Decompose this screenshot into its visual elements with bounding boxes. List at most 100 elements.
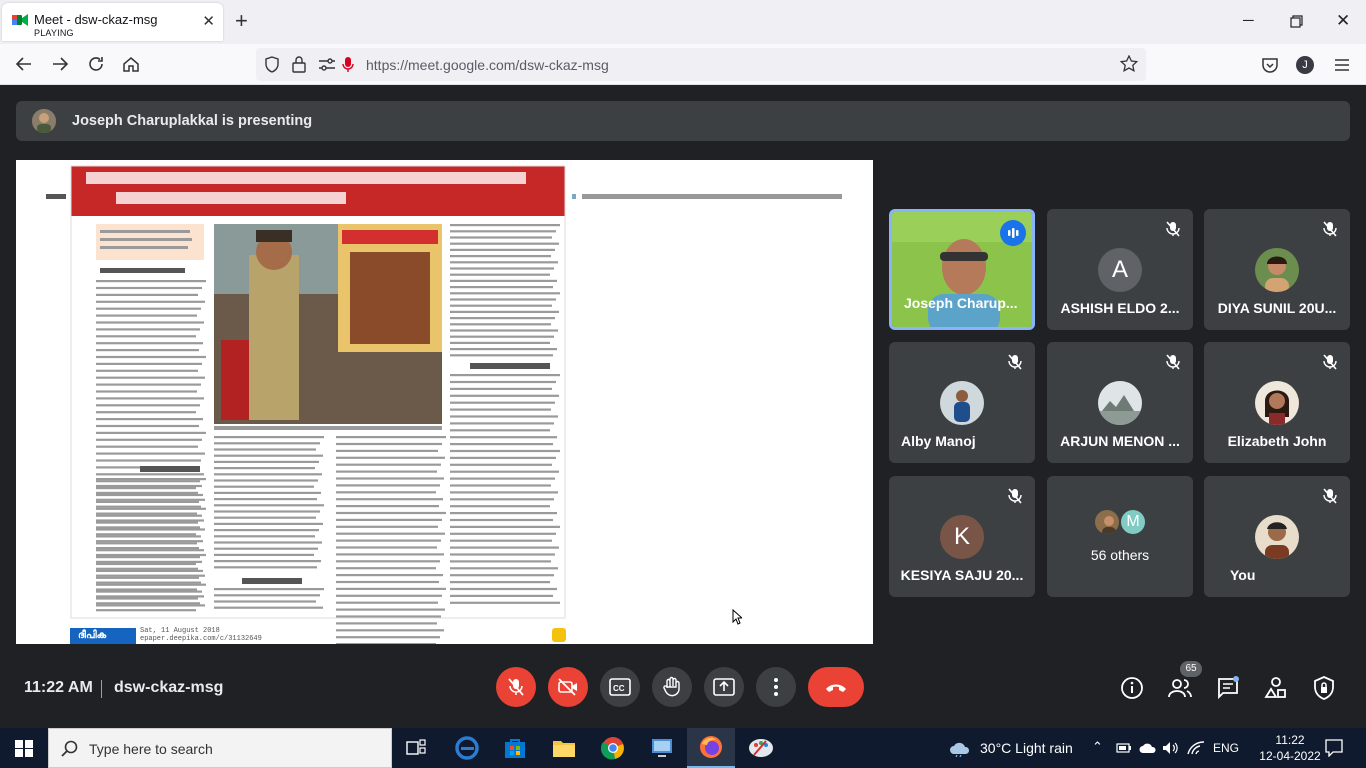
leave-call-button[interactable] <box>808 667 864 707</box>
activities-icon[interactable] <box>1264 676 1288 700</box>
people-icon[interactable] <box>1168 676 1192 700</box>
taskbar-paint[interactable] <box>737 728 785 768</box>
url-text[interactable]: https://meet.google.com/dsw-ckaz-msg <box>366 57 609 73</box>
newspaper-text-line <box>214 485 314 488</box>
participant-tile[interactable]: Elizabeth John <box>1204 342 1350 463</box>
volume-icon[interactable] <box>1162 741 1180 755</box>
participant-tile[interactable]: ARJUN MENON ... <box>1047 342 1193 463</box>
meeting-details-icon[interactable] <box>1120 676 1144 700</box>
newspaper-text-line <box>96 505 201 508</box>
camera-off-icon <box>558 678 577 696</box>
taskbar-search-box[interactable]: Type here to search <box>48 728 392 768</box>
participant-tile[interactable]: A ASHISH ELDO 2... <box>1047 209 1193 330</box>
newspaper-text-line <box>336 608 445 611</box>
newspaper-text-line <box>450 498 554 501</box>
raise-hand-button[interactable] <box>652 667 692 707</box>
taskbar-store[interactable] <box>491 728 539 768</box>
pocket-icon[interactable] <box>1260 55 1280 75</box>
participant-tile[interactable]: Alby Manoj <box>889 342 1035 463</box>
home-icon[interactable] <box>121 54 141 74</box>
newspaper-text-line <box>96 431 206 434</box>
newspaper-text-line <box>96 438 202 441</box>
close-window-icon[interactable]: ✕ <box>1336 11 1350 31</box>
permissions-icon[interactable] <box>318 57 336 72</box>
notification-center-icon[interactable] <box>1325 739 1343 757</box>
shield-icon[interactable] <box>264 56 280 73</box>
newspaper-text-line <box>450 248 555 251</box>
newspaper-text-line <box>336 456 445 459</box>
captions-button[interactable]: CC <box>600 667 640 707</box>
monitor-app-icon <box>652 739 672 757</box>
show-hidden-icons-icon[interactable]: ⌃ <box>1092 739 1103 755</box>
new-tab-icon[interactable]: + <box>235 10 248 32</box>
newspaper-text-line <box>450 436 557 439</box>
back-icon[interactable] <box>14 54 34 74</box>
forward-icon[interactable] <box>50 54 70 74</box>
newspaper-text-line <box>214 588 324 591</box>
browser-tab-meet[interactable]: Meet - dsw-ckaz-msg PLAYING ✕ <box>2 3 223 41</box>
chat-icon[interactable] <box>1216 676 1240 700</box>
onedrive-cloud-icon[interactable] <box>1139 742 1157 754</box>
newspaper-text-line <box>450 429 550 432</box>
newspaper-text-line <box>96 583 206 586</box>
microphone-active-icon[interactable] <box>342 56 354 73</box>
participant-tile[interactable]: Joseph Charup... <box>889 209 1035 330</box>
taskbar-edge[interactable] <box>443 728 491 768</box>
newspaper-text-line <box>450 261 558 264</box>
more-options-button[interactable] <box>756 667 796 707</box>
lock-icon[interactable] <box>292 56 306 73</box>
folder-icon <box>553 741 575 757</box>
windows-start-icon[interactable] <box>15 740 33 757</box>
newspaper-text-line <box>450 539 552 542</box>
close-tab-icon[interactable]: ✕ <box>202 14 215 30</box>
newspaper-text-line <box>96 404 200 407</box>
tab-title: Meet - dsw-ckaz-msg <box>34 12 158 27</box>
participant-tile-self[interactable]: You <box>1204 476 1350 597</box>
present-now-button[interactable] <box>704 667 744 707</box>
taskbar-file-explorer[interactable] <box>540 728 588 768</box>
newspaper-text-line <box>336 574 443 577</box>
newspaper-text-line <box>336 525 438 528</box>
newspaper-text-line <box>450 230 556 233</box>
newspaper-text-line <box>96 342 203 345</box>
participant-tile[interactable]: DIYA SUNIL 20U... <box>1204 209 1350 330</box>
others-tile[interactable]: M 56 others <box>1047 476 1193 597</box>
taskbar-firefox[interactable] <box>687 728 735 768</box>
newspaper-text-line <box>96 609 196 612</box>
newspaper-text-line <box>96 514 202 517</box>
weather-cloud-icon[interactable] <box>948 740 972 757</box>
newspaper-text-line <box>450 505 550 508</box>
newspaper-text-line <box>96 397 204 400</box>
meeting-code: dsw-ckaz-msg <box>114 679 224 696</box>
minimize-icon[interactable]: ─ <box>1243 12 1254 29</box>
microphone-toggle-button[interactable] <box>496 667 536 707</box>
battery-icon[interactable] <box>1116 742 1132 754</box>
host-controls-icon[interactable] <box>1312 676 1336 700</box>
input-language[interactable]: ENG <box>1213 741 1239 755</box>
reload-icon[interactable] <box>86 54 106 74</box>
newspaper-text-line <box>96 445 198 448</box>
restore-icon[interactable] <box>1290 15 1303 28</box>
newspaper-text-line <box>96 562 196 566</box>
participant-name: Elizabeth John <box>1227 433 1327 449</box>
clock-time: 11:22 <box>1275 733 1305 747</box>
url-bar[interactable]: https://meet.google.com/dsw-ckaz-msg <box>256 48 1146 81</box>
avatar: A <box>1098 248 1142 292</box>
task-view-button[interactable] <box>392 728 440 768</box>
participant-tile[interactable]: K KESIYA SAJU 20... <box>889 476 1035 597</box>
newspaper-text-line <box>214 442 320 445</box>
account-avatar-icon[interactable]: J <box>1296 56 1314 74</box>
taskbar-chrome[interactable] <box>589 728 637 768</box>
newspaper-text-line <box>96 576 199 579</box>
bookmark-star-icon[interactable] <box>1120 55 1138 73</box>
newspaper-text-line <box>96 595 204 598</box>
taskbar-app[interactable] <box>638 728 686 768</box>
presenter-avatar <box>32 109 56 133</box>
weather-text[interactable]: 30°C Light rain <box>980 740 1073 756</box>
taskbar-clock[interactable]: 11:22 12-04-2022 <box>1255 732 1325 764</box>
newspaper-text-line <box>214 553 314 556</box>
menu-icon[interactable] <box>1332 55 1352 75</box>
camera-toggle-button[interactable] <box>548 667 588 707</box>
wifi-icon[interactable] <box>1187 741 1205 755</box>
newspaper-text-line <box>450 323 551 326</box>
